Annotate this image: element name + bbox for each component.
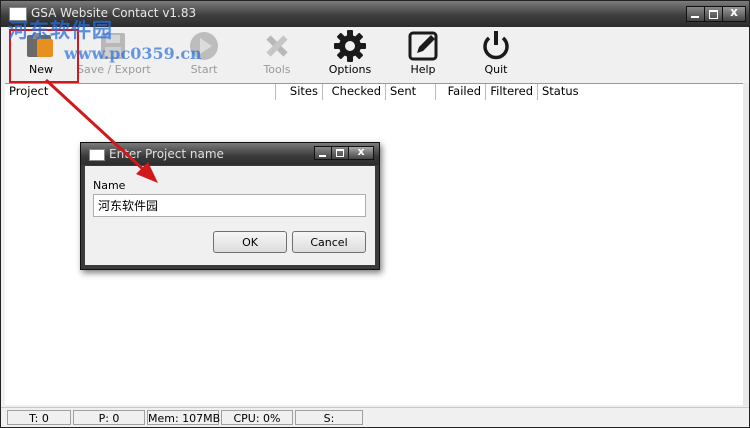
maximize-icon (336, 149, 344, 157)
dialog-body: Name OK Cancel (85, 166, 375, 265)
status-bar: T: 0 P: 0 Mem: 107MB CPU: 0% S: (1, 407, 749, 427)
project-name-input[interactable] (93, 194, 366, 217)
save-export-button-label: Save / Export (77, 63, 151, 76)
minimize-icon (319, 155, 326, 157)
name-label: Name (93, 179, 126, 192)
tools-button[interactable]: Tools (254, 29, 300, 79)
options-button[interactable]: Options (327, 29, 373, 79)
watermark-url: www.pc0359.cn (64, 44, 202, 63)
pencil-note-icon (408, 31, 438, 61)
gear-icon (334, 30, 366, 62)
ok-button[interactable]: OK (213, 231, 287, 253)
start-button-label: Start (190, 63, 218, 76)
title-bar[interactable]: GSA Website Contact v1.83 x (1, 1, 749, 27)
dialog-maximize-button[interactable] (331, 146, 349, 160)
column-sent[interactable]: Sent (386, 84, 436, 100)
enter-project-name-dialog: Enter Project name x Name OK Cancel (80, 142, 380, 270)
envelope-icon (89, 149, 105, 161)
help-button[interactable]: Help (400, 29, 446, 79)
dialog-title: Enter Project name (109, 147, 224, 161)
status-cpu: CPU: 0% (221, 410, 293, 425)
minimize-button[interactable] (686, 6, 705, 22)
tools-icon (266, 35, 288, 57)
help-button-label: Help (410, 63, 436, 76)
status-projects: P: 0 (73, 410, 145, 425)
dialog-minimize-button[interactable] (314, 146, 332, 160)
maximize-button[interactable] (704, 6, 723, 22)
column-checked[interactable]: Checked (323, 84, 386, 100)
column-failed[interactable]: Failed (436, 84, 486, 100)
column-project[interactable]: Project (5, 84, 276, 100)
maximize-icon (709, 10, 718, 19)
close-icon: x (730, 5, 738, 19)
status-speed: S: (295, 410, 363, 425)
tools-button-label: Tools (263, 63, 291, 76)
column-status[interactable]: Status (538, 84, 743, 100)
dialog-title-bar[interactable]: Enter Project name x (81, 143, 379, 165)
quit-button[interactable]: Quit (473, 29, 519, 79)
column-filtered[interactable]: Filtered (486, 84, 538, 100)
close-icon: x (357, 145, 365, 158)
power-icon (483, 31, 509, 60)
dialog-close-button[interactable]: x (348, 145, 374, 160)
close-button[interactable]: x (722, 5, 746, 22)
minimize-icon (691, 16, 699, 18)
column-sites[interactable]: Sites (276, 84, 323, 100)
vertical-scrollbar[interactable] (743, 83, 749, 406)
status-threads: T: 0 (7, 410, 71, 425)
options-button-label: Options (328, 63, 372, 76)
status-memory: Mem: 107MB (147, 410, 221, 425)
watermark-logo-text: 河东软件园 (8, 18, 113, 42)
project-list-header: Project Sites Checked Sent Failed Filter… (5, 83, 743, 101)
quit-button-label: Quit (484, 63, 508, 76)
cancel-button[interactable]: Cancel (292, 231, 366, 253)
